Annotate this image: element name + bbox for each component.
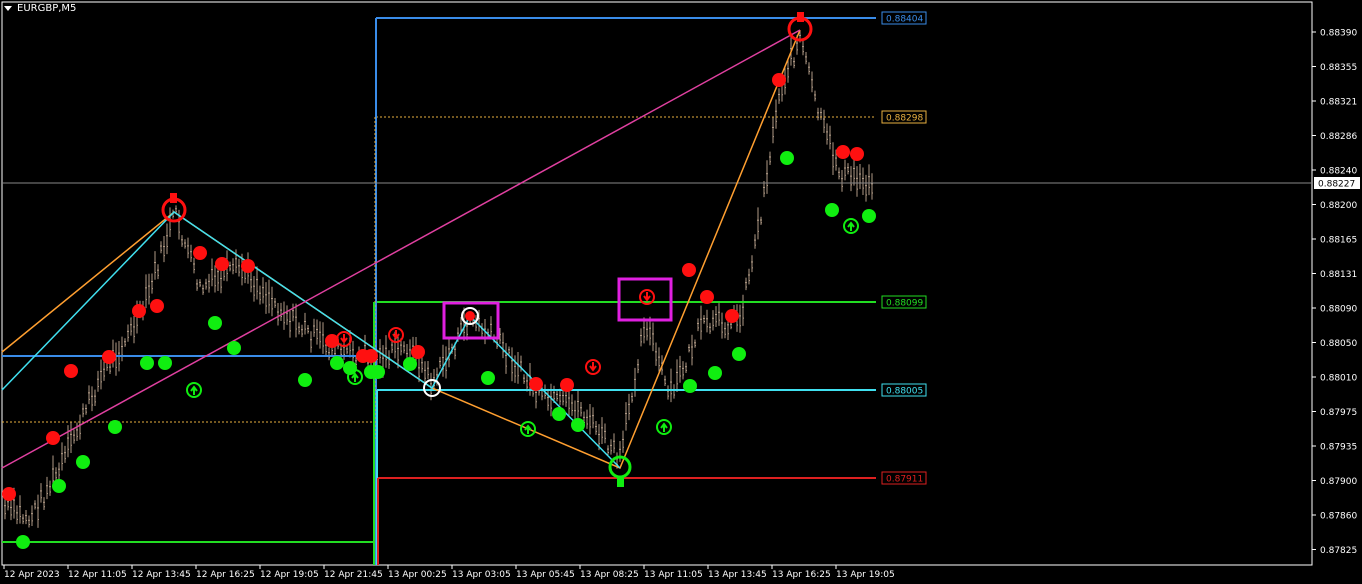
price-tick-label: 0.88010 [1320, 374, 1357, 384]
sell-signal-dot[interactable] [364, 349, 378, 363]
time-tick-label: 12 Apr 2023 [4, 570, 60, 580]
sell-signal-dot[interactable] [725, 309, 739, 323]
price-tick-label: 0.88286 [1320, 132, 1357, 142]
buy-signal-dot[interactable] [227, 341, 241, 355]
price-tick-label: 0.87900 [1320, 477, 1357, 487]
down-arrow-icon [340, 334, 348, 344]
buy-signal-dot[interactable] [76, 455, 90, 469]
time-tick-label: 12 Apr 11:05 [68, 570, 127, 580]
sell-signal-dot[interactable] [411, 345, 425, 359]
sell-signal-dot[interactable] [682, 263, 696, 277]
up-arrow-icon [351, 372, 359, 382]
current-price-label: 0.88227 [1318, 180, 1355, 190]
swing-high-arrow-icon [797, 12, 804, 22]
buy-signal-dot[interactable] [683, 379, 697, 393]
time-tick-label: 13 Apr 11:05 [644, 570, 703, 580]
price-tick-label: 0.88355 [1320, 63, 1357, 73]
buy-signal-dot[interactable] [371, 365, 385, 379]
sell-signal-dot[interactable] [529, 377, 543, 391]
mid-upper-level-label: 0.88298 [886, 114, 923, 124]
trend-magenta-line[interactable] [1, 29, 801, 469]
pivot-marker-fill [465, 311, 475, 321]
buy-signal-dot[interactable] [481, 371, 495, 385]
sell-signal-dot[interactable] [46, 431, 60, 445]
sell-signal-dot[interactable] [772, 73, 786, 87]
chart-title[interactable]: EURGBP,M5 [4, 3, 76, 14]
buy-signal-dot[interactable] [825, 203, 839, 217]
time-tick-label: 13 Apr 13:45 [708, 570, 767, 580]
top-level-label: 0.88404 [886, 15, 923, 25]
down-arrow-icon [392, 330, 400, 340]
time-tick-label: 12 Apr 19:05 [260, 570, 319, 580]
buy-signal-dot[interactable] [552, 407, 566, 421]
buy-signal-dot[interactable] [403, 357, 417, 371]
buy-signal-dot[interactable] [16, 535, 30, 549]
sell-signal-dot[interactable] [850, 147, 864, 161]
buy-signal-dot[interactable] [158, 356, 172, 370]
price-tick-label: 0.88090 [1320, 305, 1357, 315]
up-arrow-icon [660, 422, 668, 432]
cyan-level-label: 0.88005 [886, 387, 923, 397]
sell-signal-dot[interactable] [64, 364, 78, 378]
sell-signal-dot[interactable] [2, 487, 16, 501]
symbol-label: EURGBP,M5 [17, 3, 77, 14]
buy-signal-dot[interactable] [208, 316, 222, 330]
price-tick-label: 0.87825 [1320, 546, 1357, 556]
up-arrow-icon [847, 221, 855, 231]
price-tick-label: 0.88390 [1320, 29, 1357, 39]
price-tick-label: 0.87935 [1320, 443, 1357, 453]
buy-signal-dot[interactable] [108, 420, 122, 434]
sell-signal-dot[interactable] [700, 290, 714, 304]
price-tick-label: 0.87860 [1320, 512, 1357, 522]
green-level-label: 0.88099 [886, 299, 923, 309]
swing-low-arrow-icon [617, 477, 624, 487]
down-arrow-icon [589, 362, 597, 372]
chart-window[interactable]: 0.88404 0.88298 0.88099 0.88005 0.87911 0.883… [0, 0, 1362, 584]
time-tick-label: 12 Apr 16:25 [196, 570, 255, 580]
signal-box[interactable] [617, 277, 673, 322]
buy-signal-dot[interactable] [571, 418, 585, 432]
sell-signal-dot[interactable] [215, 257, 229, 271]
buy-signal-dot[interactable] [140, 356, 154, 370]
time-tick-label: 13 Apr 03:05 [452, 570, 511, 580]
buy-signal-dot[interactable] [732, 347, 746, 361]
time-tick-label: 13 Apr 16:25 [772, 570, 831, 580]
up-arrow-icon [524, 424, 532, 434]
price-tick-label: 0.88240 [1320, 167, 1357, 177]
dropdown-triangle-icon[interactable] [4, 6, 12, 11]
price-tick-label: 0.88165 [1320, 236, 1357, 246]
time-tick-label: 12 Apr 21:45 [324, 570, 383, 580]
buy-signal-dot[interactable] [708, 366, 722, 380]
time-tick-label: 12 Apr 13:45 [132, 570, 191, 580]
buy-signal-dot[interactable] [862, 209, 876, 223]
sell-signal-dot[interactable] [132, 304, 146, 318]
sell-signal-dot[interactable] [193, 246, 207, 260]
price-tick-label: 0.87975 [1320, 408, 1357, 418]
sell-signal-dot[interactable] [560, 378, 574, 392]
plot-frame [1, 1, 1313, 566]
red-level-label: 0.87911 [886, 475, 923, 485]
time-tick-label: 13 Apr 19:05 [836, 570, 895, 580]
time-tick-label: 13 Apr 00:25 [388, 570, 447, 580]
price-tick-label: 0.88050 [1320, 339, 1357, 349]
sell-signal-dot[interactable] [836, 145, 850, 159]
buy-signal-dot[interactable] [780, 151, 794, 165]
sell-signal-dot[interactable] [241, 259, 255, 273]
buy-signal-dot[interactable] [52, 479, 66, 493]
sell-signal-dot[interactable] [150, 299, 164, 313]
sell-signal-dot[interactable] [102, 350, 116, 364]
price-chart-canvas[interactable]: 0.88404 0.88298 0.88099 0.88005 0.87911 0.883… [0, 0, 1362, 584]
price-tick-label: 0.88321 [1320, 98, 1357, 108]
price-tick-label: 0.88131 [1320, 270, 1357, 280]
buy-signal-dot[interactable] [298, 373, 312, 387]
up-arrow-icon [190, 385, 198, 395]
time-tick-label: 13 Apr 08:25 [580, 570, 639, 580]
price-tick-label: 0.88200 [1320, 201, 1357, 211]
time-tick-label: 13 Apr 05:45 [516, 570, 575, 580]
down-arrow-icon [643, 292, 651, 302]
buy-signal-dot[interactable] [330, 356, 344, 370]
swing-high-arrow-icon [170, 193, 177, 203]
